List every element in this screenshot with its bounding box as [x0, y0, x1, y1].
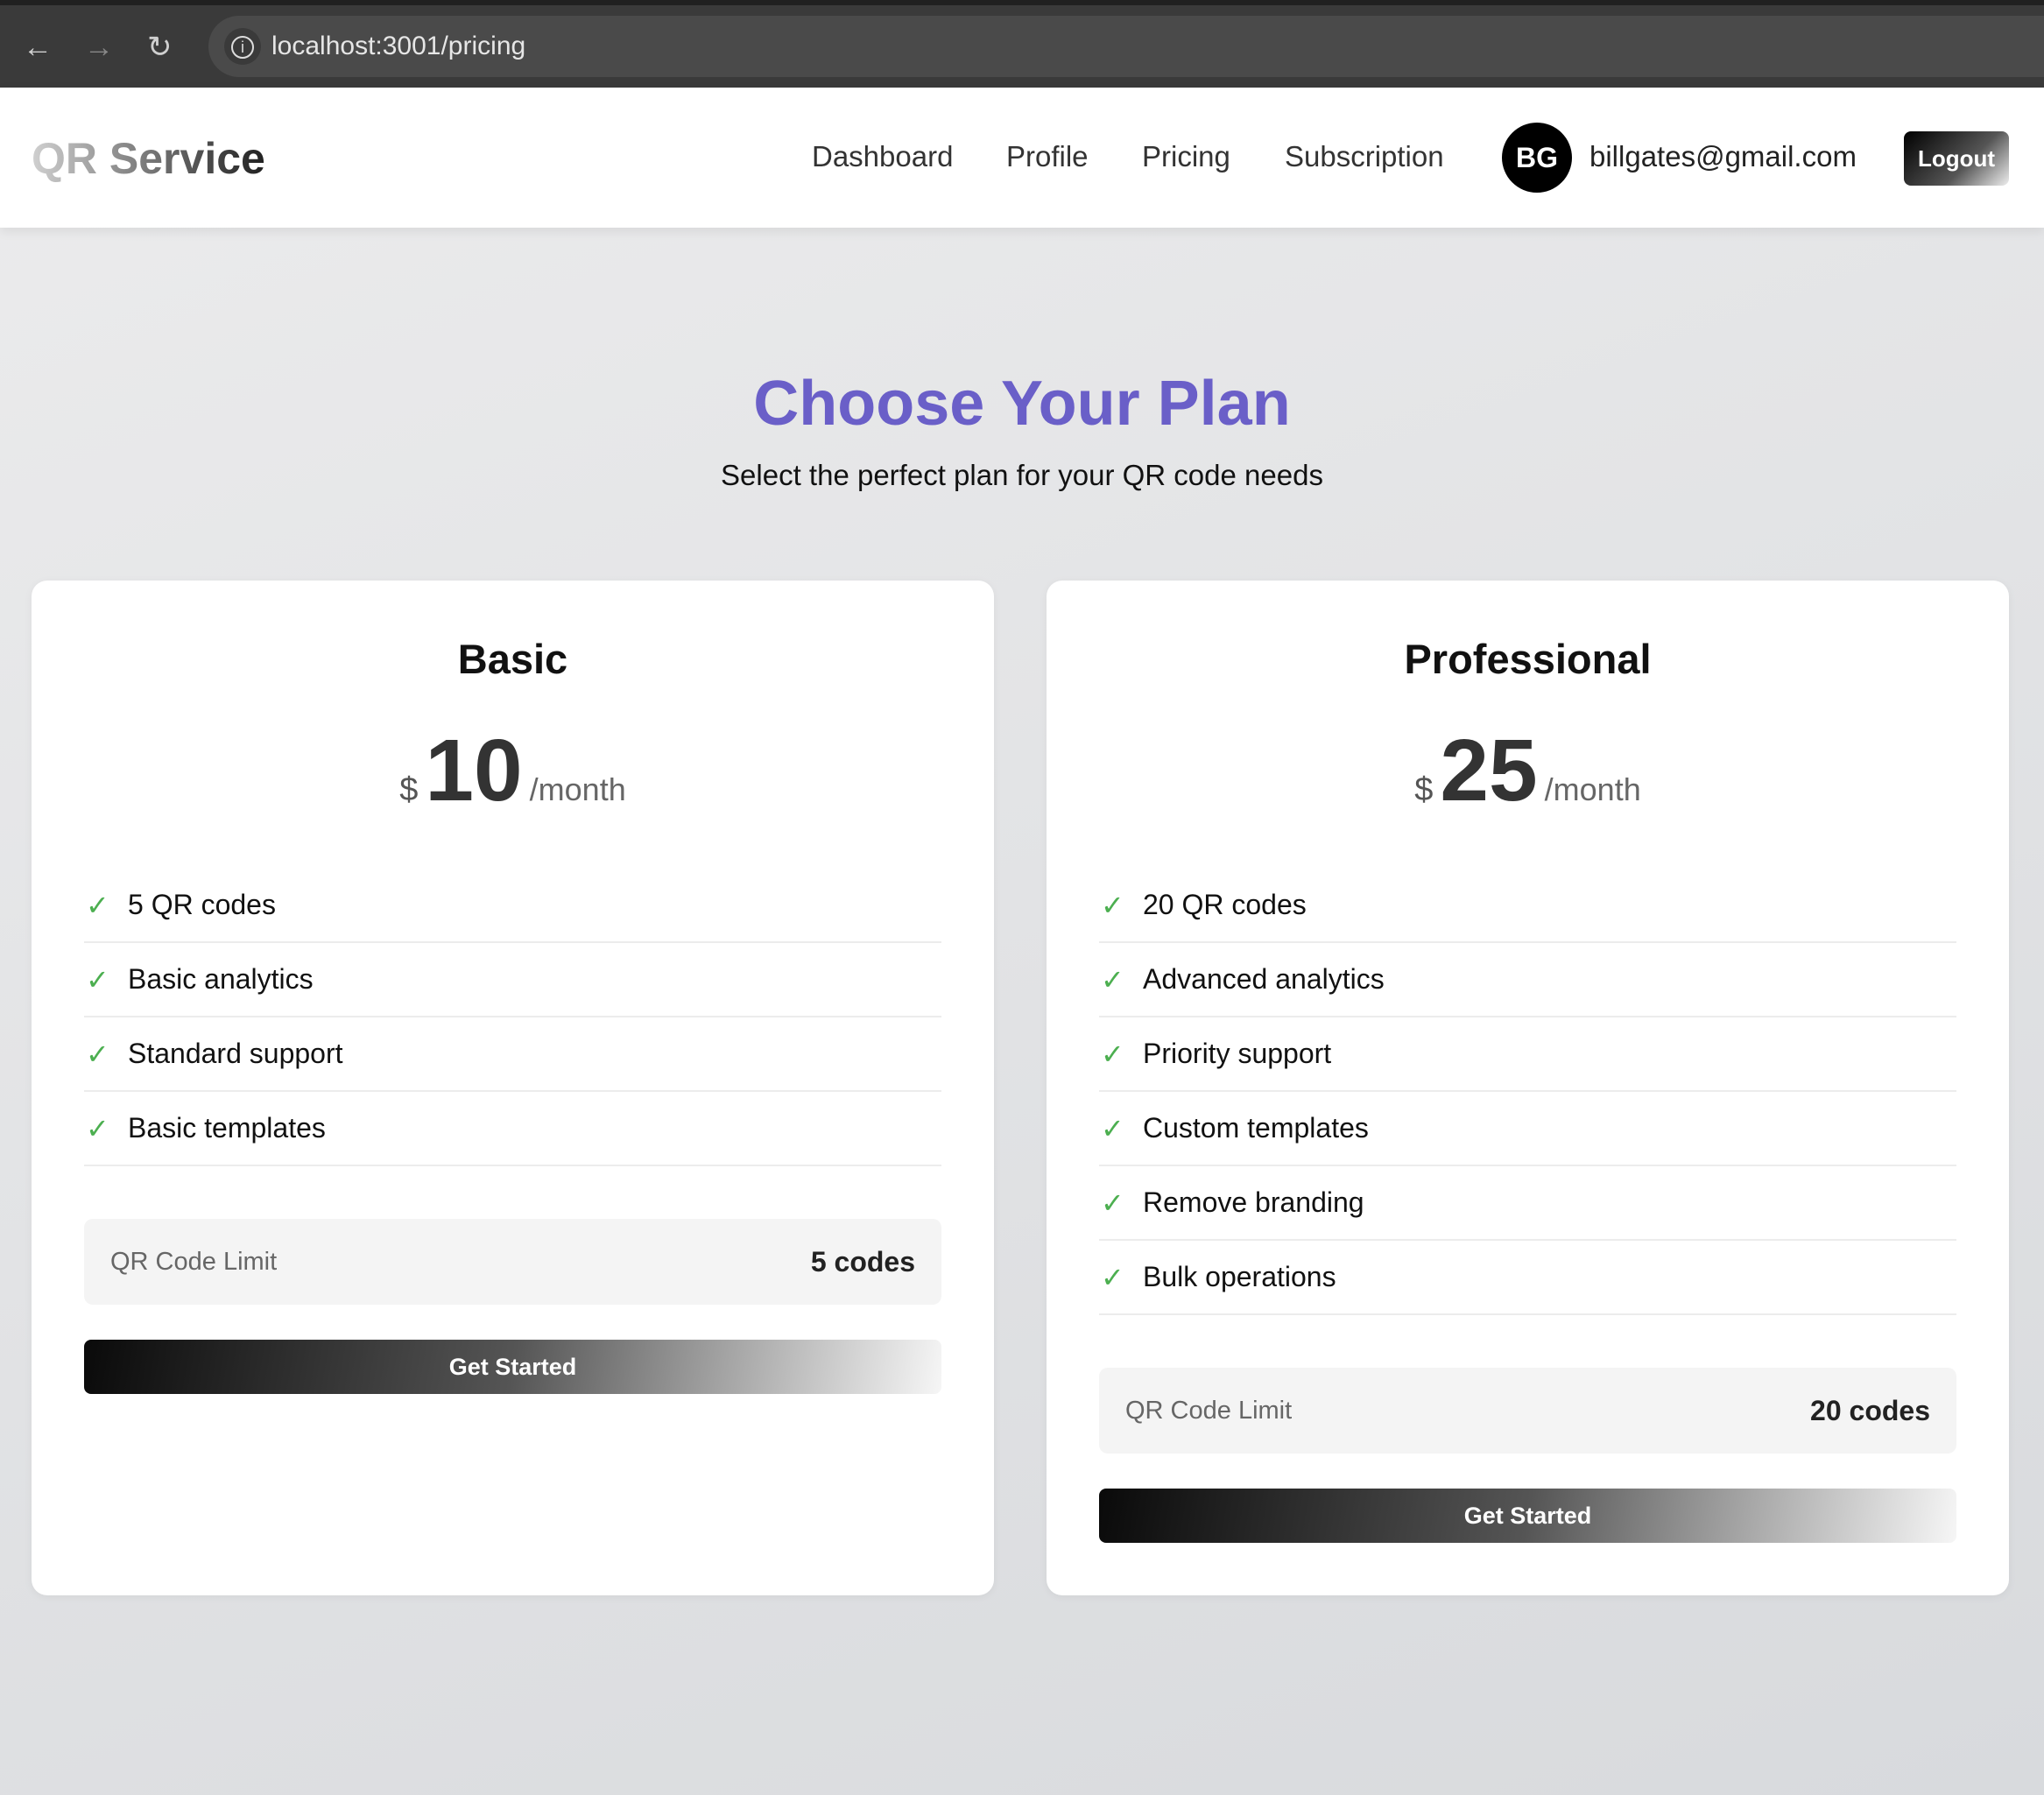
back-icon[interactable]: ←	[23, 30, 53, 65]
browser-toolbar: ← → ↻ i localhost:3001/pricing	[0, 0, 2044, 88]
feature-item: ✓ Bulk operations	[1099, 1241, 1956, 1315]
plan-price: $10/month	[32, 721, 994, 821]
check-icon: ✓	[1101, 1186, 1124, 1219]
top-navbar: QR Service Dashboard Profile Pricing Sub…	[0, 88, 2044, 228]
feature-label: Basic templates	[128, 1112, 326, 1144]
avatar[interactable]: BG	[1502, 123, 1572, 193]
site-info-icon[interactable]: i	[224, 28, 261, 65]
feature-list: ✓ 20 QR codes ✓ Advanced analytics ✓ Priori…	[1099, 869, 1956, 1315]
page-subtitle: Select the perfect plan for your QR code…	[721, 459, 1323, 491]
feature-label: 5 QR codes	[128, 889, 276, 920]
feature-label: Remove branding	[1143, 1186, 1364, 1218]
get-started-professional-button[interactable]: Get Started	[1099, 1489, 1956, 1543]
currency: $	[1414, 771, 1434, 808]
feature-label: Bulk operations	[1143, 1261, 1336, 1292]
qr-limit-box: QR Code Limit 5 codes	[84, 1219, 941, 1305]
nav-profile[interactable]: Profile	[1006, 140, 1089, 173]
limit-label: QR Code Limit	[1125, 1396, 1293, 1425]
feature-label: Advanced analytics	[1143, 963, 1385, 995]
feature-item: ✓ Remove branding	[1099, 1166, 1956, 1241]
currency: $	[399, 771, 419, 808]
check-icon: ✓	[1101, 963, 1124, 996]
limit-value: 5 codes	[810, 1245, 915, 1278]
limit-value: 20 codes	[1810, 1394, 1930, 1426]
user-email: billgates@gmail.com	[1589, 140, 1857, 172]
feature-item: ✓ Basic templates	[84, 1092, 941, 1166]
feature-item: ✓ Custom templates	[1099, 1092, 1956, 1166]
plan-name: Basic	[457, 636, 568, 682]
page-title: Choose Your Plan	[753, 369, 1291, 439]
feature-item: ✓ Advanced analytics	[1099, 943, 1956, 1017]
check-icon: ✓	[1101, 1261, 1124, 1293]
feature-item: ✓ 20 QR codes	[1099, 869, 1956, 943]
check-icon: ✓	[86, 963, 109, 996]
plan-price: $25/month	[1047, 721, 2009, 821]
price-amount: 25	[1440, 722, 1538, 820]
feature-item: ✓ 5 QR codes	[84, 869, 941, 943]
qr-limit-box: QR Code Limit 20 codes	[1099, 1368, 1956, 1454]
feature-label: Custom templates	[1143, 1112, 1369, 1144]
check-icon: ✓	[1101, 889, 1124, 921]
feature-label: Basic analytics	[128, 963, 314, 995]
check-icon: ✓	[1101, 1112, 1124, 1144]
price-period: /month	[1544, 771, 1641, 807]
address-bar[interactable]: i localhost:3001/pricing	[208, 16, 2044, 77]
forward-icon[interactable]: →	[84, 30, 114, 65]
feature-list: ✓ 5 QR codes ✓ Basic analytics ✓ Standard s…	[84, 869, 941, 1166]
nav-pricing[interactable]: Pricing	[1142, 140, 1230, 173]
nav-subscription[interactable]: Subscription	[1285, 140, 1444, 173]
feature-label: Standard support	[128, 1038, 343, 1069]
plan-card-professional: Professional $25/month ✓ 20 QR codes ✓ Adv…	[1047, 581, 2009, 1595]
feature-item: ✓ Basic analytics	[84, 943, 941, 1017]
plan-card-basic: Basic $10/month ✓ 5 QR codes ✓ Basic analy…	[32, 581, 994, 1595]
feature-label: Priority support	[1143, 1038, 1332, 1069]
feature-item: ✓ Standard support	[84, 1017, 941, 1092]
check-icon: ✓	[86, 1038, 109, 1070]
price-amount: 10	[425, 722, 523, 820]
logout-button[interactable]: Logout	[1904, 131, 2009, 186]
limit-label: QR Code Limit	[110, 1247, 278, 1276]
logo[interactable]: QR Service	[32, 133, 265, 184]
url-text: localhost:3001/pricing	[271, 32, 526, 60]
feature-label: 20 QR codes	[1143, 889, 1307, 920]
check-icon: ✓	[1101, 1038, 1124, 1070]
check-icon: ✓	[86, 889, 109, 921]
plan-name: Professional	[1404, 636, 1652, 682]
feature-item: ✓ Priority support	[1099, 1017, 1956, 1092]
get-started-basic-button[interactable]: Get Started	[84, 1340, 941, 1394]
reload-icon[interactable]: ↻	[147, 30, 173, 65]
price-period: /month	[529, 771, 626, 807]
check-icon: ✓	[86, 1112, 109, 1144]
nav-dashboard[interactable]: Dashboard	[812, 140, 953, 173]
